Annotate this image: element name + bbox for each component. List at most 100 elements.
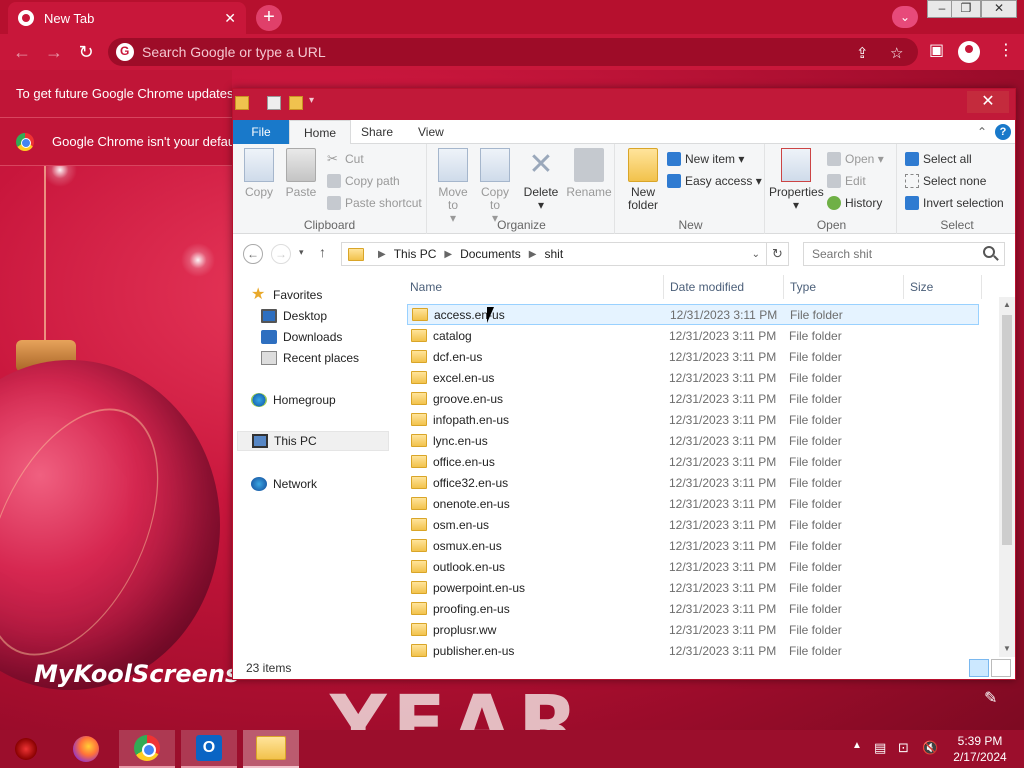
chevron-down-icon[interactable]: ⌄ — [892, 6, 918, 28]
close-window-button[interactable]: ✕ — [967, 91, 1009, 113]
large-icons-view-button[interactable] — [991, 659, 1011, 677]
column-divider[interactable] — [903, 275, 904, 299]
column-header-type[interactable]: Type — [785, 275, 903, 299]
back-arrow-icon[interactable]: ← — [6, 36, 38, 68]
taskbar-chrome[interactable] — [119, 730, 175, 768]
delete-button[interactable]: ✕ Delete ▾ — [521, 148, 561, 212]
chevron-up-icon[interactable]: ▲ — [852, 740, 862, 751]
taskbar-firefox[interactable] — [58, 730, 114, 768]
properties-icon[interactable] — [267, 96, 281, 110]
file-row[interactable]: office32.en-us 12/31/2023 3:11 PM File fol… — [407, 472, 979, 493]
file-row[interactable]: proplusr.ww 12/31/2023 3:11 PM File folder — [407, 619, 979, 640]
select-all-button[interactable]: Select all — [905, 150, 972, 168]
file-row[interactable]: osmux.en-us 12/31/2023 3:11 PM File folder — [407, 535, 979, 556]
file-row[interactable]: powerpoint.en-us 12/31/2023 3:11 PM File f… — [407, 577, 979, 598]
file-row[interactable]: proofing.en-us 12/31/2023 3:11 PM File fol… — [407, 598, 979, 619]
rename-button[interactable]: Rename — [565, 148, 613, 199]
profile-avatar-icon[interactable] — [958, 41, 980, 63]
tab-file[interactable]: File — [233, 120, 289, 144]
column-header-size[interactable]: Size — [905, 275, 981, 299]
column-divider[interactable] — [663, 275, 664, 299]
taskbar-clock[interactable]: 5:39 PM 2/17/2024 — [946, 733, 1014, 765]
up-arrow-icon[interactable]: ↑ — [319, 244, 326, 260]
help-icon[interactable]: ? — [995, 124, 1011, 140]
breadcrumb-separator[interactable]: ▶ — [529, 249, 537, 260]
file-row[interactable]: publisher.en-us 12/31/2023 3:11 PM File fo… — [407, 640, 979, 661]
nav-homegroup[interactable]: Homegroup — [251, 390, 407, 410]
chrome-tab-new-tab[interactable]: New Tab ✕ — [8, 2, 246, 34]
file-row[interactable]: infopath.en-us 12/31/2023 3:11 PM File fol… — [407, 409, 979, 430]
scroll-down-arrow-icon[interactable]: ▼ — [999, 641, 1015, 657]
network-icon[interactable]: ⊡ — [898, 740, 909, 756]
copy-path-button[interactable]: Copy path — [327, 172, 400, 190]
scroll-up-arrow-icon[interactable]: ▲ — [999, 297, 1015, 313]
breadcrumb-this-pc[interactable]: This PC — [394, 247, 437, 261]
side-panel-icon[interactable]: ▣ — [929, 40, 944, 60]
history-button[interactable]: History — [827, 194, 882, 212]
file-row[interactable]: groove.en-us 12/31/2023 3:11 PM File folde… — [407, 388, 979, 409]
refresh-button[interactable]: ↻ — [767, 242, 789, 266]
tab-view[interactable]: View — [404, 120, 458, 144]
nav-this-pc[interactable]: This PC — [237, 431, 389, 451]
column-divider[interactable] — [981, 275, 982, 299]
file-row[interactable]: lync.en-us 12/31/2023 3:11 PM File folder — [407, 430, 979, 451]
file-row[interactable]: excel.en-us 12/31/2023 3:11 PM File folder — [407, 367, 979, 388]
reload-icon[interactable]: ↻ — [70, 36, 102, 68]
close-window-button[interactable]: ✕ — [981, 0, 1017, 18]
column-header-date-modified[interactable]: Date modified — [665, 275, 783, 299]
breadcrumb-separator[interactable]: ▶ — [378, 249, 386, 260]
file-row[interactable]: osm.en-us 12/31/2023 3:11 PM File folder — [407, 514, 979, 535]
file-row[interactable]: office.en-us 12/31/2023 3:11 PM File folde… — [407, 451, 979, 472]
breadcrumb-current-folder[interactable]: shit — [545, 247, 564, 261]
breadcrumb[interactable]: ▶ This PC ▶ Documents ▶ shit ⌄ — [341, 242, 767, 266]
chevron-down-icon[interactable]: ▾ — [309, 95, 314, 106]
nav-network[interactable]: Network — [251, 474, 407, 494]
nav-desktop[interactable]: Desktop — [261, 306, 417, 326]
paste-shortcut-button[interactable]: Paste shortcut — [327, 194, 422, 212]
omnibox-input[interactable]: Search Google or type a URL ⇪ ☆ — [108, 38, 918, 66]
copy-button[interactable]: Copy — [239, 148, 279, 199]
scrollbar-thumb[interactable] — [1002, 315, 1012, 545]
file-row[interactable]: onenote.en-us 12/31/2023 3:11 PM File fold… — [407, 493, 979, 514]
bookmark-star-icon[interactable]: ☆ — [890, 44, 903, 62]
recent-locations-chevron-icon[interactable]: ▾ — [299, 247, 304, 258]
vertical-scrollbar[interactable]: ▲ ▼ — [999, 297, 1015, 657]
file-row[interactable]: outlook.en-us 12/31/2023 3:11 PM File fold… — [407, 556, 979, 577]
action-center-icon[interactable]: ▤ — [874, 740, 886, 756]
pen-icon[interactable]: ✎ — [984, 688, 997, 708]
properties-button[interactable]: Properties ▾ — [769, 148, 824, 212]
search-icon[interactable] — [983, 246, 995, 258]
tab-home[interactable]: Home — [289, 120, 352, 145]
copy-to-button[interactable]: Copy to ▾ — [475, 148, 515, 225]
file-row[interactable]: dcf.en-us 12/31/2023 3:11 PM File folder — [407, 346, 979, 367]
tab-share[interactable]: Share — [347, 120, 407, 144]
breadcrumb-separator[interactable]: ▶ — [444, 249, 452, 260]
menu-dots-icon[interactable]: ⋮ — [998, 40, 1014, 60]
search-input[interactable] — [803, 242, 1005, 266]
new-folder-button[interactable]: New folder — [623, 148, 663, 212]
select-none-button[interactable]: Select none — [905, 172, 986, 190]
breadcrumb-documents[interactable]: Documents — [460, 247, 521, 261]
restore-button[interactable]: ❐ — [951, 0, 981, 18]
edit-button[interactable]: Edit — [827, 172, 866, 190]
forward-arrow-icon[interactable]: → — [271, 244, 291, 264]
paste-button[interactable]: Paste — [281, 148, 321, 199]
taskbar-outlook[interactable]: O — [181, 730, 237, 768]
start-button[interactable] — [0, 730, 52, 768]
chevron-up-icon[interactable]: ⌃ — [977, 125, 987, 139]
column-header-name[interactable]: Name — [405, 275, 663, 299]
details-view-button[interactable] — [969, 659, 989, 677]
cut-button[interactable]: ✂ Cut — [327, 150, 364, 168]
nav-favorites[interactable]: ★ Favorites — [251, 285, 407, 305]
nav-downloads[interactable]: Downloads — [261, 327, 417, 347]
new-folder-icon[interactable] — [289, 96, 303, 110]
share-icon[interactable]: ⇪ — [856, 44, 869, 62]
invert-selection-button[interactable]: Invert selection — [905, 194, 1004, 212]
column-divider[interactable] — [783, 275, 784, 299]
close-icon[interactable]: ✕ — [224, 10, 236, 27]
chevron-down-icon[interactable]: ⌄ — [752, 249, 760, 260]
easy-access-button[interactable]: Easy access ▾ — [667, 172, 762, 190]
forward-arrow-icon[interactable]: → — [38, 36, 70, 68]
taskbar-file-explorer[interactable] — [243, 730, 299, 768]
file-row[interactable]: catalog 12/31/2023 3:11 PM File folder — [407, 325, 979, 346]
